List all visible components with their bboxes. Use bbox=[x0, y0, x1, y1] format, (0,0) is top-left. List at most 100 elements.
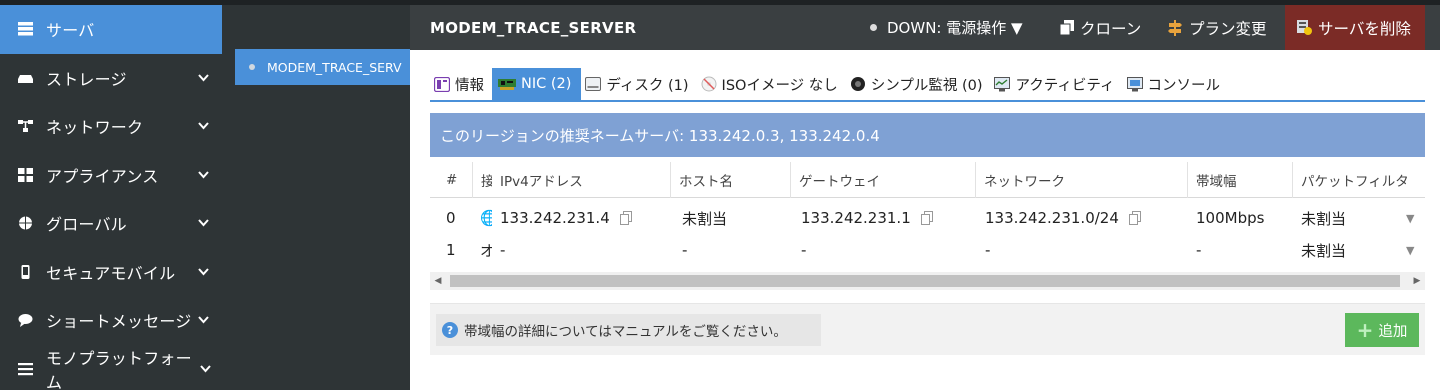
copy-icon[interactable] bbox=[1128, 211, 1141, 225]
server-icon bbox=[16, 21, 34, 37]
server-list-item-label: MODEM_TRACE_SERV bbox=[267, 59, 402, 75]
page-title: MODEM_TRACE_SERVER bbox=[430, 18, 637, 37]
col-ipv4: IPv4アドレス bbox=[500, 173, 583, 190]
add-nic-button[interactable]: + 追加 bbox=[1345, 313, 1419, 347]
disk-icon bbox=[585, 77, 602, 91]
tab-label: ISOイメージ なし bbox=[721, 77, 838, 94]
tab-label: NIC (2) bbox=[521, 76, 572, 92]
copy-icon[interactable] bbox=[920, 211, 933, 225]
packet-filter-dropdown-icon[interactable]: ▼ bbox=[1406, 234, 1414, 266]
bandwidth-value: 100Mbps bbox=[1196, 209, 1265, 227]
hostname-value: 未割当 bbox=[682, 209, 728, 228]
clone-label: クローン bbox=[1080, 19, 1142, 38]
power-operation-dropdown[interactable]: DOWN: 電源操作 ▼ bbox=[870, 17, 1023, 38]
network-value: - bbox=[985, 241, 991, 259]
nav-item-global[interactable]: グローバル bbox=[0, 199, 222, 248]
nav-item-network[interactable]: ネットワーク bbox=[0, 102, 222, 151]
plus-icon: + bbox=[1356, 318, 1374, 342]
nic-icon bbox=[498, 79, 516, 90]
nav-label: セキュアモバイル bbox=[46, 263, 176, 283]
tab-label: シンプル監視 (0) bbox=[870, 77, 983, 94]
network-cell: 133.242.231.0/24 bbox=[985, 202, 1141, 234]
tab-nic[interactable]: NIC (2) bbox=[492, 68, 582, 100]
chevron-down-icon bbox=[196, 122, 210, 130]
nav-label: グローバル bbox=[46, 215, 127, 235]
clone-button[interactable]: クローン bbox=[1060, 17, 1141, 39]
network-icon bbox=[16, 118, 34, 134]
tab-activity[interactable]: アクティビティ bbox=[990, 68, 1122, 100]
no-disc-icon bbox=[701, 76, 717, 92]
tab-iso[interactable]: ISOイメージ なし bbox=[697, 68, 846, 100]
packet-filter-value: 未割当 bbox=[1301, 241, 1347, 260]
tab-disk[interactable]: ディスク (1) bbox=[581, 68, 696, 100]
gateway-cell: 133.242.231.1 bbox=[801, 202, 933, 234]
chevron-down-icon bbox=[198, 365, 212, 373]
help-icon: ? bbox=[442, 322, 458, 338]
scroll-left-icon[interactable]: ◀ bbox=[430, 272, 446, 290]
gateway-value: 133.242.231.1 bbox=[801, 209, 911, 227]
scroll-right-icon[interactable]: ▶ bbox=[1409, 272, 1425, 290]
appliance-icon bbox=[16, 167, 34, 183]
col-hostname: ホスト名 bbox=[670, 161, 733, 198]
chevron-down-icon bbox=[196, 219, 210, 227]
console-icon bbox=[1126, 76, 1143, 91]
col-gateway: ゲートウェイ bbox=[790, 161, 880, 198]
nav-label: ショートメッセージ bbox=[46, 312, 192, 332]
bandwidth-value: - bbox=[1196, 241, 1202, 259]
nav-item-mono-platform[interactable]: モノプラットフォーム bbox=[0, 345, 222, 390]
nav-item-short-message[interactable]: ショートメッセージ bbox=[0, 296, 222, 345]
hostname-value: - bbox=[682, 241, 688, 259]
nameserver-notice: このリージョンの推奨ネームサーバ: 133.242.0.3, 133.242.0… bbox=[430, 113, 1425, 157]
main-nav: サーバ ストレージ ネットワーク アプライアンス グローバル セキュアモバイル … bbox=[0, 5, 222, 390]
server-list-item[interactable]: MODEM_TRACE_SERV bbox=[235, 49, 410, 85]
tab-info[interactable]: 情報 bbox=[430, 68, 492, 100]
chevron-down-icon bbox=[196, 74, 210, 82]
activity-icon bbox=[994, 76, 1011, 91]
table-row[interactable]: 1 オ - - - - - 未割当 ▼ bbox=[430, 234, 1425, 266]
status-dot-icon bbox=[249, 64, 255, 70]
help-text: 帯域幅の詳細についてはマニュアルをご覧ください。 bbox=[464, 324, 787, 340]
tab-simple-monitor[interactable]: シンプル監視 (0) bbox=[846, 68, 991, 100]
table-horizontal-scrollbar[interactable]: ◀ ▶ bbox=[430, 272, 1425, 290]
signpost-icon bbox=[1168, 19, 1182, 36]
network-value: 133.242.231.0/24 bbox=[985, 209, 1119, 227]
ipv4-cell: 133.242.231.4 bbox=[500, 202, 632, 234]
tab-label: 情報 bbox=[455, 77, 484, 94]
menu-icon bbox=[16, 361, 34, 377]
packet-filter-value: 未割当 bbox=[1301, 209, 1347, 228]
nic-table: # 接 IPv4アドレス ホスト名 ゲートウェイ ネットワーク 帯域幅 パケット… bbox=[430, 161, 1425, 266]
col-bandwidth: 帯域幅 bbox=[1187, 161, 1237, 198]
chevron-down-icon bbox=[196, 171, 210, 179]
table-row[interactable]: 0 🌐 133.242.231.4 未割当 133.242.231.1 133.… bbox=[430, 202, 1425, 234]
server-header: MODEM_TRACE_SERVER DOWN: 電源操作 ▼ クローン プラン… bbox=[410, 5, 1440, 50]
row-number: 1 bbox=[446, 241, 456, 259]
nav-label: サーバ bbox=[46, 21, 95, 41]
scrollbar-thumb[interactable] bbox=[450, 275, 1400, 287]
help-message: ? 帯域幅の詳細についてはマニュアルをご覧ください。 bbox=[436, 314, 821, 346]
nav-label: モノプラットフォーム bbox=[46, 348, 192, 390]
col-network: ネットワーク bbox=[975, 161, 1065, 198]
server-list: MODEM_TRACE_SERV bbox=[222, 5, 410, 390]
nav-item-server[interactable]: サーバ bbox=[0, 5, 222, 54]
plan-change-label: プラン変更 bbox=[1189, 19, 1267, 38]
copy-icon[interactable] bbox=[619, 211, 632, 225]
nav-item-appliance[interactable]: アプライアンス bbox=[0, 151, 222, 200]
power-status-label: DOWN: 電源操作 ▼ bbox=[887, 19, 1023, 37]
chevron-down-icon bbox=[196, 268, 210, 276]
tab-console[interactable]: コンソール bbox=[1123, 68, 1229, 100]
delete-server-button[interactable]: サーバを削除 bbox=[1285, 5, 1425, 50]
add-label: 追加 bbox=[1378, 323, 1408, 340]
plan-change-button[interactable]: プラン変更 bbox=[1167, 17, 1267, 39]
nav-item-secure-mobile[interactable]: セキュアモバイル bbox=[0, 248, 222, 297]
message-icon bbox=[16, 312, 34, 328]
nav-item-storage[interactable]: ストレージ bbox=[0, 54, 222, 103]
col-connection: 接 bbox=[472, 161, 492, 198]
table-header: # 接 IPv4アドレス ホスト名 ゲートウェイ ネットワーク 帯域幅 パケット… bbox=[430, 161, 1425, 198]
monitor-icon bbox=[850, 77, 865, 91]
packet-filter-dropdown-icon[interactable]: ▼ bbox=[1406, 202, 1414, 234]
nav-label: アプライアンス bbox=[46, 166, 159, 186]
connection-value: オ bbox=[480, 241, 492, 260]
mobile-icon bbox=[16, 264, 34, 280]
ipv4-value: 133.242.231.4 bbox=[500, 209, 610, 227]
gateway-value: - bbox=[801, 241, 807, 259]
